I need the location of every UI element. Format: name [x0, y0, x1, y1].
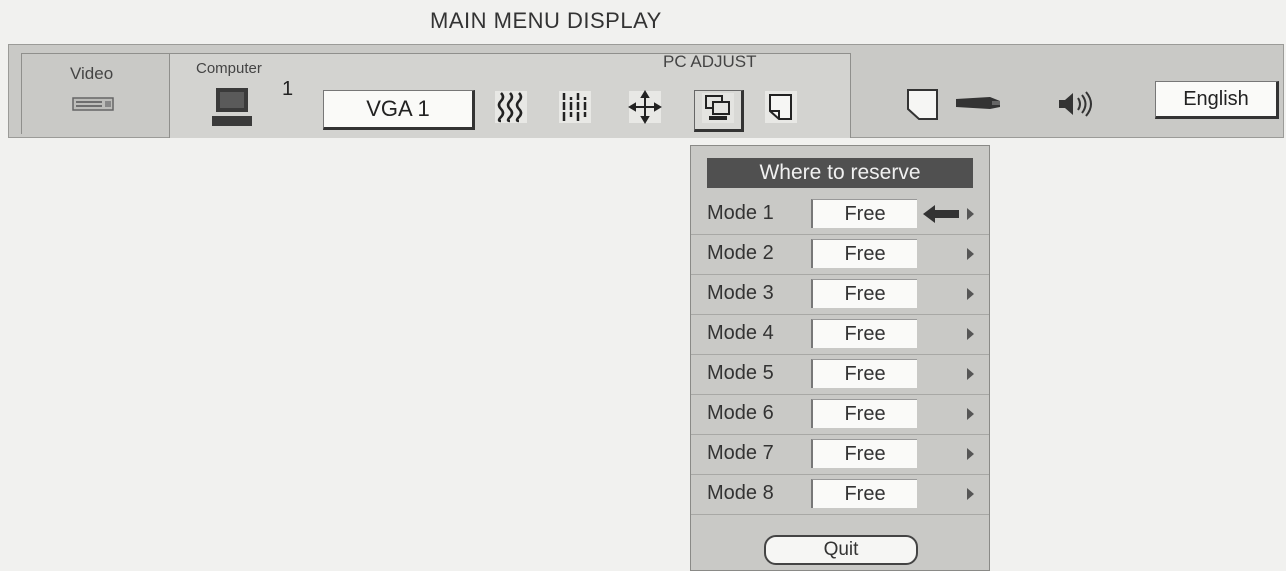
pc-system-mode-button[interactable]: [694, 90, 744, 132]
mode-label: Mode 7: [707, 442, 774, 464]
mode-value: Free: [811, 239, 917, 268]
mode-label: Mode 5: [707, 362, 774, 384]
projector-icon[interactable]: [954, 93, 1002, 118]
mode-value: Free: [811, 279, 917, 308]
video-icon: [72, 96, 116, 119]
mode-row[interactable]: Mode 5 Free: [691, 354, 989, 395]
source-select-button[interactable]: VGA 1: [323, 90, 475, 130]
mode-label: Mode 2: [707, 242, 774, 264]
submenu-arrow-icon: [967, 288, 974, 300]
computer-number: 1: [282, 78, 294, 100]
fine-sync-button[interactable]: [552, 90, 598, 128]
mode-reserve-button[interactable]: [758, 90, 804, 128]
submenu-arrow-icon: [967, 368, 974, 380]
mode-reserve-icon: [763, 89, 799, 130]
auto-pc-adjust-button[interactable]: [488, 90, 534, 128]
mode-row[interactable]: Mode 3 Free: [691, 274, 989, 315]
where-to-reserve-panel: Where to reserve Mode 1 Free Mode 2 Free…: [690, 145, 990, 571]
submenu-arrow-icon: [967, 408, 974, 420]
submenu-arrow-icon: [967, 208, 974, 220]
mode-row[interactable]: Mode 7 Free: [691, 434, 989, 475]
language-button[interactable]: English: [1155, 81, 1279, 119]
mode-row[interactable]: Mode 2 Free: [691, 234, 989, 275]
mode-row[interactable]: Mode 8 Free: [691, 474, 989, 515]
mode-label: Mode 4: [707, 322, 774, 344]
page-title: MAIN MENU DISPLAY: [430, 8, 662, 33]
mode-label: Mode 6: [707, 402, 774, 424]
submenu-arrow-icon: [967, 248, 974, 260]
mode-value: Free: [811, 479, 917, 508]
mode-value: Free: [811, 439, 917, 468]
speaker-icon[interactable]: [1057, 89, 1097, 124]
pc-adjust-label: PC ADJUST: [663, 52, 757, 71]
mode-label: Mode 3: [707, 282, 774, 304]
submenu-arrow-icon: [967, 328, 974, 340]
mode-row[interactable]: Mode 1 Free: [691, 194, 989, 235]
position-icon: [627, 89, 663, 130]
computer-icon: [210, 86, 254, 135]
auto-pc-adjust-icon: [493, 89, 529, 130]
fine-sync-icon: [557, 89, 593, 130]
mode-row[interactable]: Mode 6 Free: [691, 394, 989, 435]
tab-video-label: Video: [70, 64, 114, 83]
selection-arrow-icon: [923, 204, 961, 229]
tab-computer[interactable]: Computer 1 PC ADJUST VGA 1: [169, 52, 851, 138]
position-button[interactable]: [622, 89, 668, 130]
tab-computer-label: Computer: [196, 60, 262, 77]
mode-value: Free: [811, 399, 917, 428]
mode-value: Free: [811, 199, 917, 228]
mode-label: Mode 8: [707, 482, 774, 504]
mode-value: Free: [811, 359, 917, 388]
screen-icon[interactable]: [905, 87, 941, 126]
mode-row[interactable]: Mode 4 Free: [691, 314, 989, 355]
mode-value: Free: [811, 319, 917, 348]
pc-system-mode-icon: [701, 92, 735, 129]
quit-button[interactable]: Quit: [764, 535, 918, 565]
panel-heading: Where to reserve: [707, 158, 973, 188]
submenu-arrow-icon: [967, 448, 974, 460]
mode-label: Mode 1: [707, 202, 774, 224]
tab-video[interactable]: Video: [21, 53, 173, 134]
main-menu-bar: Video Computer 1 PC ADJUST VGA 1 English: [8, 44, 1284, 138]
submenu-arrow-icon: [967, 488, 974, 500]
